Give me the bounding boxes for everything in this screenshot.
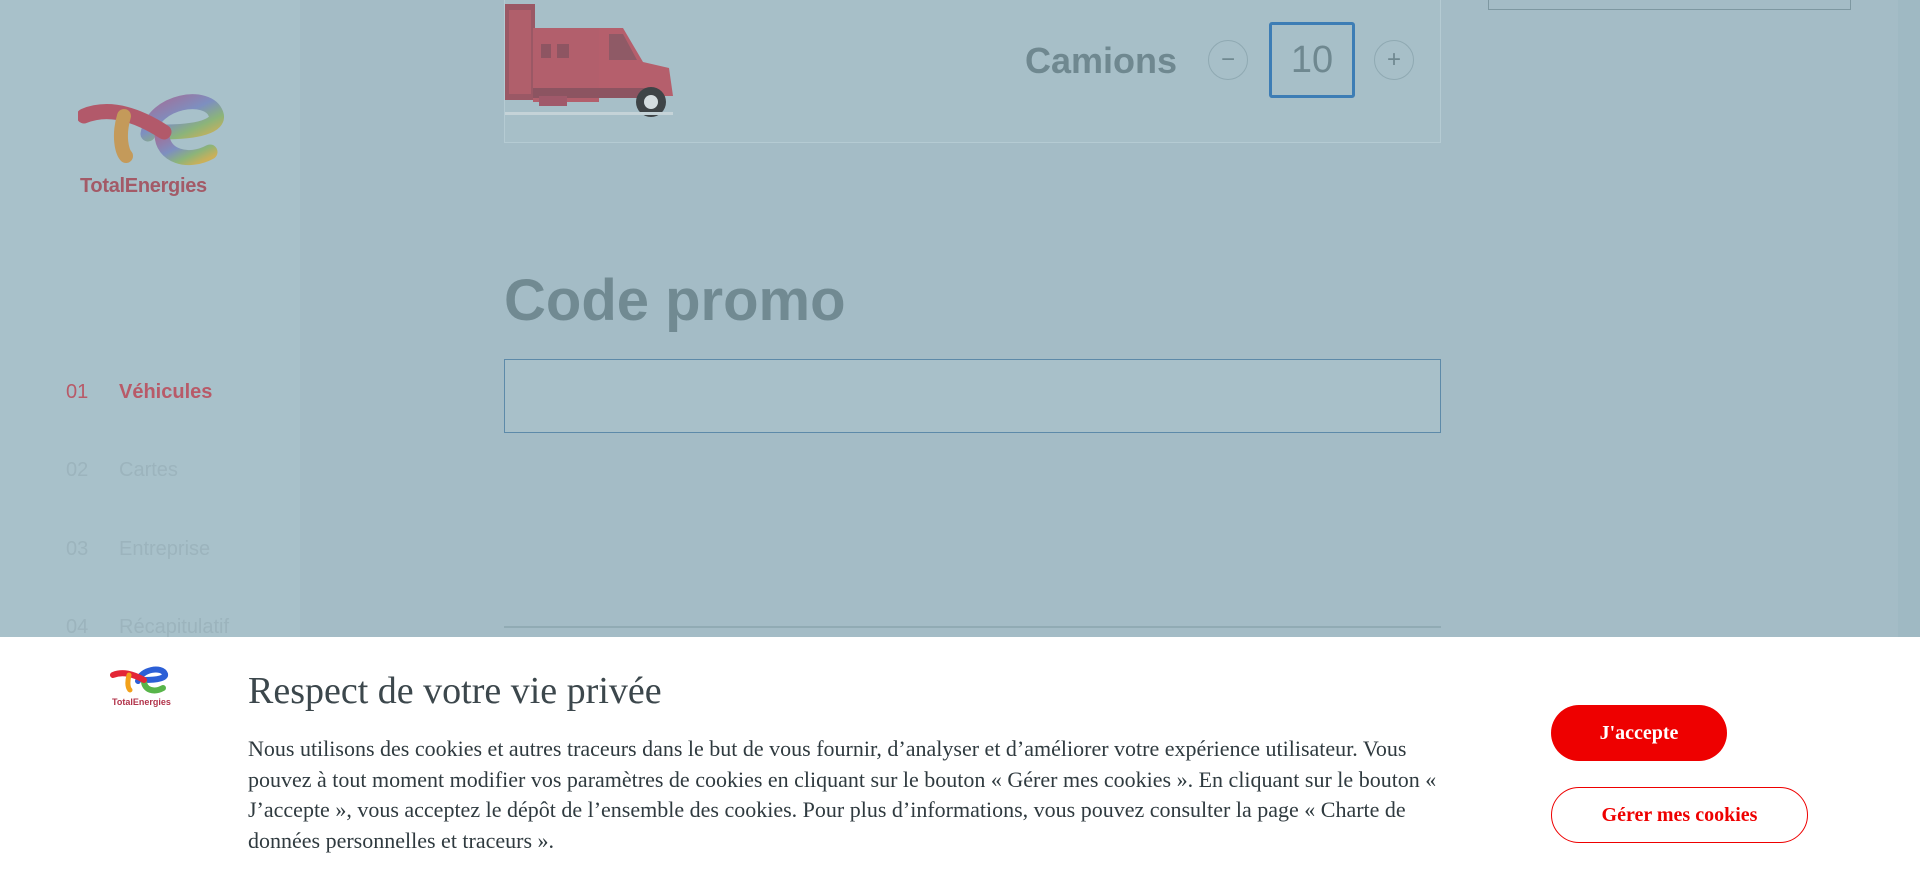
step-item-vehicules[interactable]: 01 Véhicules [66, 381, 212, 404]
step-item-entreprise[interactable]: 03 Entreprise [66, 538, 210, 561]
quantity-field[interactable]: 10 [1269, 22, 1355, 98]
promo-code-title: Code promo [504, 268, 846, 333]
cookie-title: Respect de votre vie privée [248, 670, 662, 712]
cookie-description: Nous utilisons des cookies et autres tra… [248, 736, 1437, 853]
step-label: Cartes [119, 459, 178, 481]
vehicle-type-label: Camions [1025, 40, 1178, 81]
cookie-banner: TotalEnergies Respect de votre vie privé… [0, 637, 1920, 880]
truck-icon [505, 4, 681, 118]
step-number: 02 [66, 459, 89, 481]
page: TotalEnergies 01 Véhicules 02 Cartes 03 … [0, 0, 1920, 880]
step-item-recapitulatif[interactable]: 04 Récapitulatif [66, 616, 229, 639]
accept-cookies-button[interactable]: J'accepte [1551, 705, 1727, 761]
logo-text: TotalEnergies [80, 175, 207, 197]
step-label: Véhicules [119, 381, 213, 403]
step-label: Entreprise [119, 538, 211, 560]
increment-button[interactable]: + [1374, 40, 1414, 80]
step-item-cartes[interactable]: 02 Cartes [66, 459, 178, 482]
step-number: 01 [66, 381, 89, 403]
summary-panel [1488, 0, 1851, 10]
step-number: 03 [66, 538, 89, 560]
promo-code-input[interactable] [504, 359, 1441, 433]
decrement-button[interactable]: − [1208, 40, 1248, 80]
manage-cookies-button[interactable]: Gérer mes cookies [1551, 787, 1808, 843]
step-label: Récapitulatif [119, 616, 230, 638]
vehicle-card: Camions − 10 + [504, 0, 1441, 143]
step-number: 04 [66, 616, 89, 638]
cookie-logo-text: TotalEnergies [112, 697, 171, 707]
divider [504, 626, 1441, 628]
